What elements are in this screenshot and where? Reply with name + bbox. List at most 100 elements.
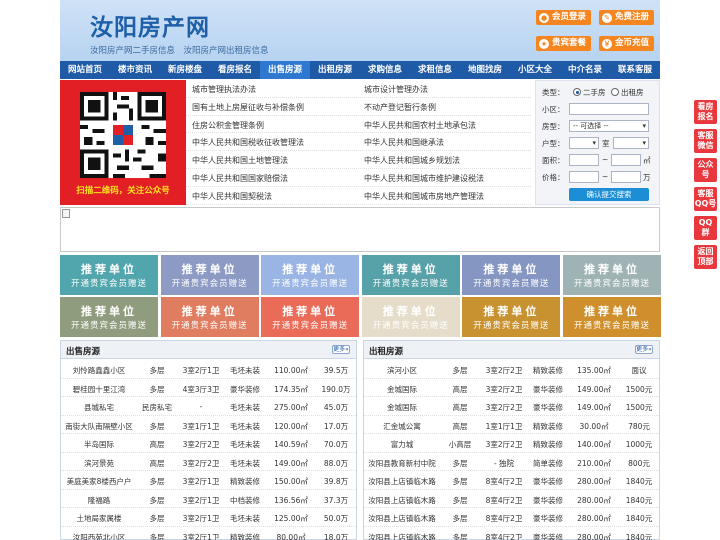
nav-item[interactable]: 楼市资讯 xyxy=(110,61,160,79)
area-max-input[interactable] xyxy=(611,154,641,166)
float-button[interactable]: 客服 QQ号 xyxy=(694,187,717,211)
listing-cell[interactable]: 汝阳县上店镇临木路 xyxy=(368,476,436,487)
listing-row[interactable]: 富力城 小高层 3室2厅2卫 精致装修 140.00㎡ 1000元 xyxy=(364,434,659,453)
listing-row[interactable]: 汇金城公寓 高层 1室1厅1卫 精致装修 30.00㎡ 780元 xyxy=(364,416,659,434)
recommended-unit-slot[interactable]: 推荐单位 开通贵宾会员赠送 xyxy=(361,255,460,295)
listing-cell[interactable]: 金城国际 xyxy=(387,384,417,395)
listing-row[interactable]: 汝阳县上店镇临木路 多层 8室4厅2卫 豪华装修 280.00㎡ 1840元 xyxy=(364,490,659,508)
nav-item[interactable]: 小区大全 xyxy=(510,61,560,79)
listing-row[interactable]: 汝阳西苑北小区 多层 3室2厅1卫 精致装修 80.00㎡ 18.0万 xyxy=(61,527,356,540)
listing-row[interactable]: 汝阳县教育新村中院 多层 - 独院 简单装修 210.00㎡ 800元 xyxy=(364,453,659,471)
listing-row[interactable]: 汝阳县上店镇临木路 多层 8室4厅2卫 豪华装修 280.00㎡ 1840元 xyxy=(364,471,659,490)
recommended-unit-slot[interactable]: 推荐单位 开通贵宾会员赠送 xyxy=(160,297,259,337)
listing-row[interactable]: 半岛国际 高层 3室2厅2卫 毛坯未装 140.59㎡ 70.0万 xyxy=(61,434,356,453)
law-link[interactable]: 国有土地上房屋征收与补偿条例 xyxy=(192,102,304,113)
recommended-unit-slot[interactable]: 推荐单位 开通贵宾会员赠送 xyxy=(563,255,661,295)
listing-cell[interactable]: 汝阳县上店镇临木路 xyxy=(368,532,436,540)
nav-item[interactable]: 求购信息 xyxy=(360,61,410,79)
law-link[interactable]: 城市设计管理办法 xyxy=(364,84,428,95)
listing-row[interactable]: 土地局家属楼 多层 3室2厅1卫 毛坯未装 125.00㎡ 50.0万 xyxy=(61,508,356,527)
type-radio-secondhand[interactable] xyxy=(573,88,581,96)
listing-cell[interactable]: 汝阳县教育新村中院 xyxy=(368,458,436,469)
listing-cell[interactable]: 半岛国际 xyxy=(84,439,114,450)
community-input[interactable] xyxy=(569,103,649,115)
type-radio-rent[interactable] xyxy=(611,88,619,96)
listing-row[interactable]: 金城国际 高层 3室2厅2卫 豪华装修 149.00㎡ 1500元 xyxy=(364,379,659,397)
coin-recharge-button[interactable]: ￥ 金币充值 xyxy=(599,36,654,51)
sale-more-button[interactable]: 更多» xyxy=(332,345,350,354)
listing-cell[interactable]: 汝阳县上店镇临木路 xyxy=(368,513,436,524)
listing-row[interactable]: 金城国际 高层 3室2厅2卫 豪华装修 149.00㎡ 1500元 xyxy=(364,397,659,416)
law-link[interactable]: 中华人民共和国国家赔偿法 xyxy=(192,173,288,184)
price-min-input[interactable] xyxy=(569,171,599,183)
float-button[interactable]: 返回 顶部 xyxy=(694,245,717,269)
listing-row[interactable]: 碧桂园十里江湾 多层 4室3厅3卫 豪华装修 174.35㎡ 190.0万 xyxy=(61,379,356,397)
listing-cell[interactable]: 刘怜路鑫鑫小区 xyxy=(73,365,126,376)
listing-cell[interactable]: 碧桂园十里江湾 xyxy=(73,384,126,395)
law-link[interactable]: 中华人民共和国城市房地产管理法 xyxy=(364,191,484,202)
nav-item[interactable]: 联系客服 xyxy=(610,61,660,79)
recommended-unit-slot[interactable]: 推荐单位 开通贵宾会员赠送 xyxy=(462,255,561,295)
recommended-unit-slot[interactable]: 推荐单位 开通贵宾会员赠送 xyxy=(261,255,360,295)
listing-cell[interactable]: 美庭美家8楼西户户 xyxy=(67,476,132,487)
float-button[interactable]: 客服 微信 xyxy=(694,129,717,153)
listing-row[interactable]: 刘怜路鑫鑫小区 多层 3室2厅1卫 毛坯未装 110.00㎡ 39.5万 xyxy=(61,360,356,379)
room-select[interactable]: ▾ xyxy=(569,137,599,149)
listing-cell[interactable]: 滨河小区 xyxy=(387,365,417,376)
listing-cell[interactable]: 富力城 xyxy=(391,439,414,450)
law-link[interactable]: 城市管理执法办法 xyxy=(192,84,256,95)
recommended-unit-slot[interactable]: 推荐单位 开通贵宾会员赠送 xyxy=(462,297,561,337)
ad-banner[interactable] xyxy=(60,207,660,252)
recommended-unit-slot[interactable]: 推荐单位 开通贵宾会员赠送 xyxy=(60,255,158,295)
nav-item[interactable]: 看房报名 xyxy=(210,61,260,79)
float-button[interactable]: QQ 群 xyxy=(694,216,717,240)
listing-row[interactable]: 滨河景苑 高层 3室2厅2卫 毛坯未装 149.00㎡ 88.0万 xyxy=(61,453,356,471)
nav-item[interactable]: 求租信息 xyxy=(410,61,460,79)
recommended-unit-slot[interactable]: 推荐单位 开通贵宾会员赠送 xyxy=(60,297,158,337)
listing-row[interactable]: 汝阳县上店镇临木路 多层 8室4厅2卫 豪华装修 280.00㎡ 1840元 xyxy=(364,508,659,527)
area-min-input[interactable] xyxy=(569,154,599,166)
listing-row[interactable]: 隆福路 多层 3室2厅1卫 中档装修 136.56㎡ 37.3万 xyxy=(61,490,356,508)
nav-item[interactable]: 新房楼盘 xyxy=(160,61,210,79)
vip-package-button[interactable]: ★ 贵宾套餐 xyxy=(536,36,591,51)
law-link[interactable]: 中华人民共和国城市维护建设税法 xyxy=(364,173,484,184)
listing-cell[interactable]: 县城私宅 xyxy=(84,402,114,413)
nav-item[interactable]: 地图找房 xyxy=(460,61,510,79)
law-link[interactable]: 中华人民共和国城乡规划法 xyxy=(364,155,460,166)
nav-item[interactable]: 出租房源 xyxy=(310,61,360,79)
law-link[interactable]: 中华人民共和国继承法 xyxy=(364,137,444,148)
listing-row[interactable]: 南街大队南隔壁小区 多层 3室1厅1卫 毛坯未装 120.00㎡ 17.0万 xyxy=(61,416,356,434)
listing-cell[interactable]: 金城国际 xyxy=(387,402,417,413)
law-link[interactable]: 住房公积金管理条例 xyxy=(192,120,264,131)
nav-item[interactable]: 中介名录 xyxy=(560,61,610,79)
recommended-unit-slot[interactable]: 推荐单位 开通贵宾会员赠送 xyxy=(361,297,460,337)
rent-more-button[interactable]: 更多» xyxy=(635,345,653,354)
nav-item[interactable]: 网站首页 xyxy=(60,61,110,79)
law-link[interactable]: 中华人民共和国税收征收管理法 xyxy=(192,137,304,148)
law-link[interactable]: 不动产登记暂行条例 xyxy=(364,102,436,113)
listing-row[interactable]: 县城私宅 民房私宅 - 毛坯未装 275.00㎡ 45.0万 xyxy=(61,397,356,416)
listing-cell[interactable]: 南街大队南隔壁小区 xyxy=(65,421,133,432)
float-button[interactable]: 公众号 xyxy=(694,158,717,182)
listing-row[interactable]: 美庭美家8楼西户户 多层 3室2厅1卫 精致装修 150.00㎡ 39.8万 xyxy=(61,471,356,490)
listing-row[interactable]: 滨河小区 多层 3室2厅2卫 精致装修 135.00㎡ 面议 xyxy=(364,360,659,379)
house-type-select[interactable]: -- 可选择 -- ▾ xyxy=(569,120,649,132)
login-button[interactable]: ● 会员登录 xyxy=(536,10,591,25)
recommended-unit-slot[interactable]: 推荐单位 开通贵宾会员赠送 xyxy=(563,297,661,337)
recommended-unit-slot[interactable]: 推荐单位 开通贵宾会员赠送 xyxy=(261,297,360,337)
site-logo[interactable]: 汝阳房产网 xyxy=(90,8,210,42)
law-link[interactable]: 中华人民共和国契税法 xyxy=(192,191,272,202)
listing-row[interactable]: 汝阳县上店镇临木路 多层 8室4厅2卫 豪华装修 280.00㎡ 1840元 xyxy=(364,527,659,540)
listing-cell[interactable]: 汝阳西苑北小区 xyxy=(73,532,126,540)
float-button[interactable]: 看房 报名 xyxy=(694,100,717,124)
recommended-unit-slot[interactable]: 推荐单位 开通贵宾会员赠送 xyxy=(160,255,259,295)
hall-select[interactable]: ▾ xyxy=(613,137,649,149)
listing-cell[interactable]: 滨河景苑 xyxy=(84,458,114,469)
listing-cell[interactable]: 土地局家属楼 xyxy=(77,513,122,524)
price-max-input[interactable] xyxy=(611,171,641,183)
search-submit-button[interactable]: 确认提交搜索 xyxy=(569,188,649,201)
law-link[interactable]: 中华人民共和国农村土地承包法 xyxy=(364,120,476,131)
nav-item[interactable]: 出售房源 xyxy=(260,61,310,79)
register-button[interactable]: ✎ 免费注册 xyxy=(599,10,654,25)
law-link[interactable]: 中华人民共和国土地管理法 xyxy=(192,155,288,166)
